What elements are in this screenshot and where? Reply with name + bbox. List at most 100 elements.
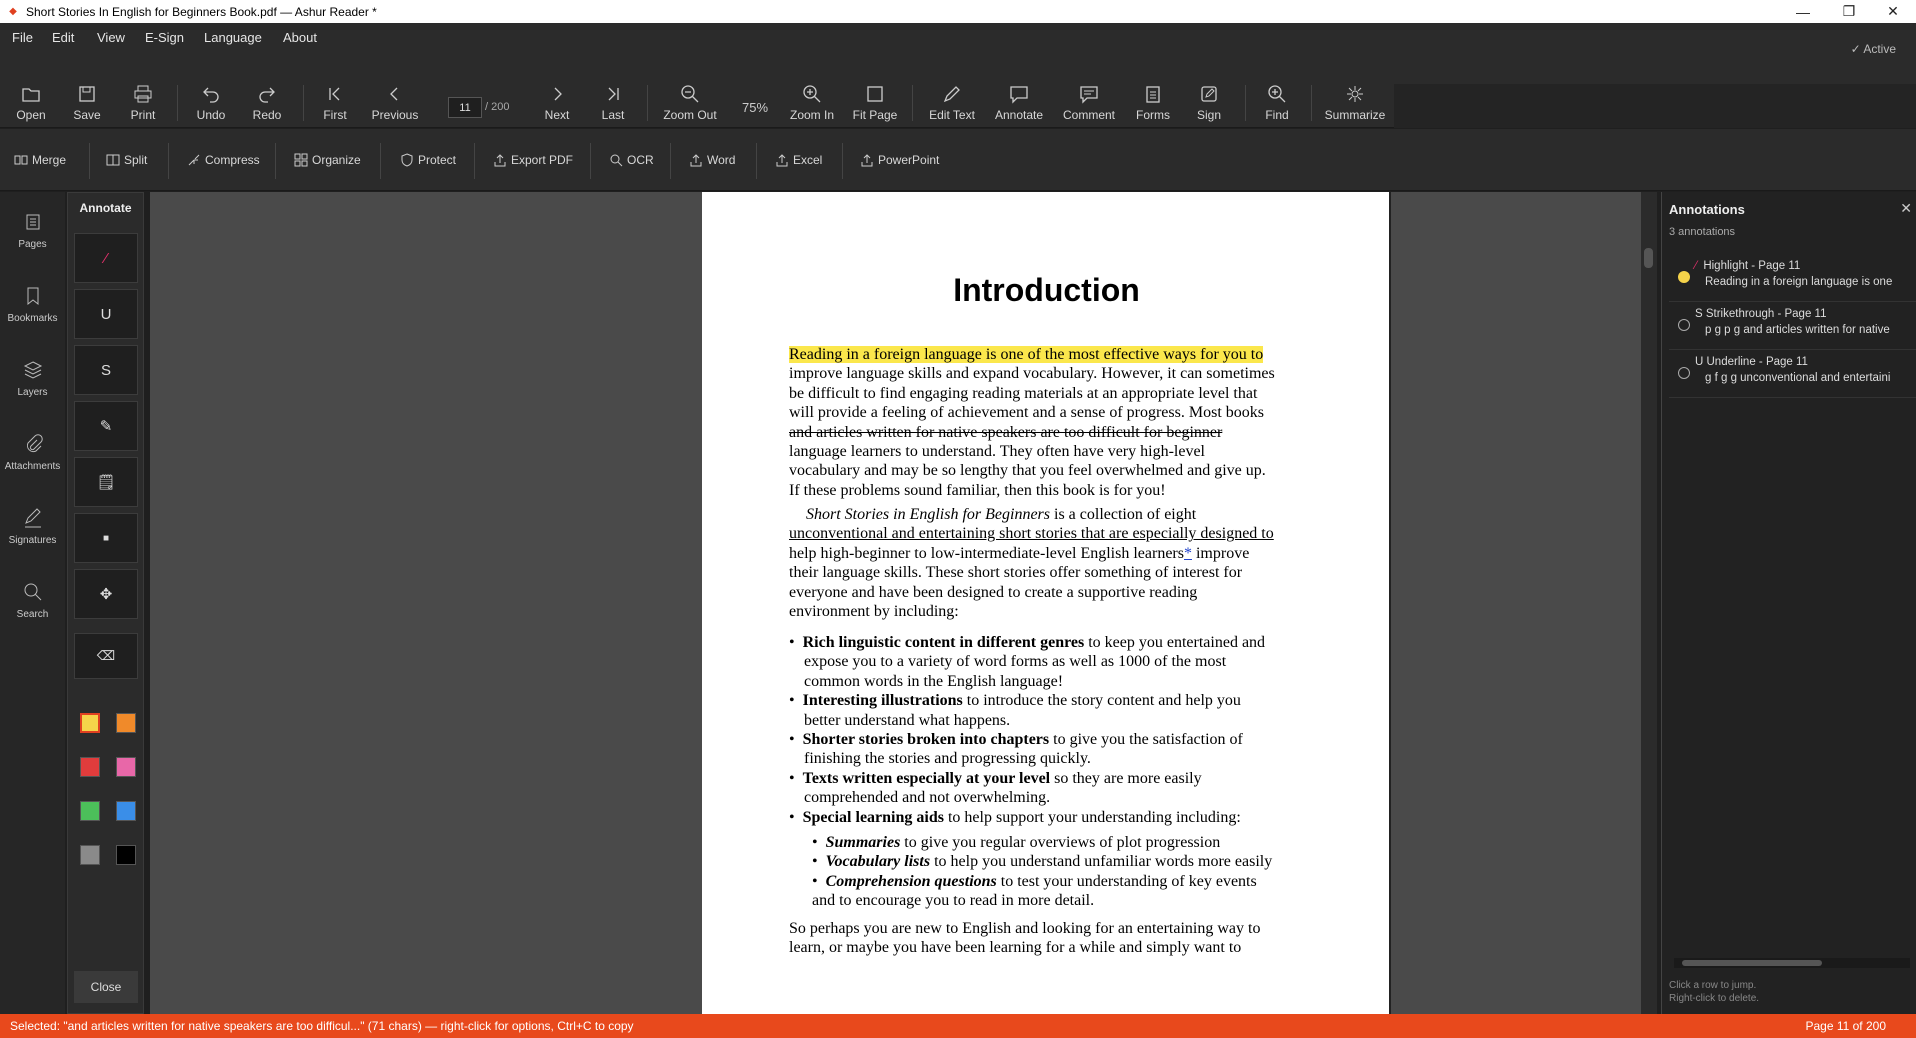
find-button[interactable]: Find: [1247, 84, 1307, 122]
last-page-icon: [608, 87, 619, 101]
search-icon: [24, 583, 41, 601]
next-page-button[interactable]: Next: [527, 84, 587, 122]
forms-button[interactable]: Forms: [1123, 84, 1183, 122]
sticky-note-tool-button[interactable]: 🗒: [74, 457, 138, 507]
restore-button[interactable]: ❐: [1826, 0, 1872, 23]
last-page-button[interactable]: Last: [583, 84, 643, 122]
ocr-button[interactable]: OCR: [609, 153, 654, 167]
compress-button[interactable]: Compress: [187, 153, 260, 167]
menu-file[interactable]: File: [12, 30, 33, 45]
scrollbar-thumb[interactable]: [1644, 248, 1653, 268]
separator: [590, 143, 591, 179]
rectangle-tool-button[interactable]: ■: [74, 513, 138, 563]
save-button[interactable]: Save: [57, 84, 117, 122]
page-heading: Introduction: [953, 272, 1140, 308]
sidebar-item-attachments[interactable]: Attachments: [0, 434, 65, 472]
merge-button[interactable]: Merge: [14, 153, 66, 167]
window-title: Short Stories In English for Beginners B…: [26, 4, 377, 19]
summarize-button[interactable]: Summarize: [1325, 84, 1385, 122]
edit-text-button[interactable]: Edit Text: [922, 84, 982, 122]
highlight-tool-button[interactable]: ⁄: [74, 233, 138, 283]
note-icon: 🗒: [96, 474, 116, 491]
chevron-left-icon: [390, 87, 398, 101]
color-swatch-green[interactable]: [80, 801, 100, 821]
footnote-link[interactable]: *: [1184, 545, 1192, 562]
undo-button[interactable]: Undo: [181, 84, 241, 122]
separator: [842, 143, 843, 179]
color-swatch-blue[interactable]: [116, 801, 136, 821]
close-icon[interactable]: ✕: [1900, 200, 1912, 217]
comment-button[interactable]: Comment: [1059, 84, 1119, 122]
eraser-icon: ⌫: [96, 648, 116, 663]
layers-icon: [23, 361, 42, 379]
separator: [647, 85, 648, 121]
separator: [1245, 85, 1246, 121]
annotate-panel-title: Annotate: [79, 201, 132, 215]
zoom-in-button[interactable]: Zoom In: [782, 84, 842, 122]
annotation-row[interactable]: U Underline - Page 11 g f g g unconventi…: [1669, 350, 1916, 398]
redo-button[interactable]: Redo: [237, 84, 297, 122]
menu-view[interactable]: View: [97, 30, 125, 45]
zoom-out-button[interactable]: Zoom Out: [660, 84, 720, 122]
sign-button[interactable]: Sign: [1179, 84, 1239, 122]
separator: [474, 143, 475, 179]
pencil-icon: [943, 86, 960, 103]
color-swatch-black[interactable]: [116, 845, 136, 865]
underlined-text: unconventional and entertaining short st…: [789, 525, 1274, 543]
compress-icon: [188, 154, 200, 166]
first-page-button[interactable]: First: [305, 84, 365, 122]
previous-page-button[interactable]: Previous: [365, 84, 425, 122]
organize-button[interactable]: Organize: [294, 153, 361, 167]
selection-status: Selected: "and articles written for nati…: [10, 1019, 634, 1033]
color-swatch-gray[interactable]: [80, 845, 100, 865]
split-button[interactable]: Split: [106, 153, 147, 167]
move-tool-button[interactable]: ✥: [74, 569, 138, 619]
sidebar-item-pages[interactable]: Pages: [0, 212, 65, 250]
fit-page-button[interactable]: Fit Page: [845, 84, 905, 122]
undo-icon: [203, 87, 219, 103]
annotation-row[interactable]: S Strikethrough - Page 11 p g p g and ar…: [1669, 302, 1916, 350]
sidebar-item-bookmarks[interactable]: Bookmarks: [0, 286, 65, 324]
color-swatch-yellow[interactable]: [80, 713, 100, 733]
document-viewer[interactable]: Introduction Reading in a foreign langua…: [150, 192, 1641, 1014]
sidebar-item-layers[interactable]: Layers: [0, 360, 65, 398]
page-status: Page 11 of 200: [1805, 1019, 1886, 1033]
underline-tool-button[interactable]: U: [74, 289, 138, 339]
page-number-input[interactable]: [448, 97, 482, 118]
speech-bubble-icon: [1010, 86, 1028, 104]
sidebar-item-signatures[interactable]: Signatures: [0, 508, 65, 546]
open-button[interactable]: Open: [1, 84, 61, 122]
eraser-tool-button[interactable]: ⌫: [74, 633, 138, 679]
color-swatch-orange[interactable]: [116, 713, 136, 733]
viewer-scrollbar[interactable]: [1641, 192, 1657, 1014]
folder-icon: [22, 88, 40, 102]
sidebar-item-search[interactable]: Search: [0, 582, 65, 620]
status-dot: [1678, 367, 1690, 379]
menu-esign[interactable]: E-Sign: [145, 30, 184, 45]
protect-button[interactable]: Protect: [400, 153, 456, 167]
pen-icon: ✎: [99, 418, 113, 435]
menu-about[interactable]: About: [283, 30, 317, 45]
annotate-button[interactable]: Annotate: [989, 84, 1049, 122]
pdf-page[interactable]: Introduction Reading in a foreign langua…: [702, 192, 1391, 1014]
close-annotate-button[interactable]: Close: [74, 971, 138, 1003]
annotations-hscrollbar[interactable]: [1674, 958, 1910, 968]
magnifier-icon: [610, 154, 623, 167]
strikethrough-tool-button[interactable]: S: [74, 345, 138, 395]
color-swatch-pink[interactable]: [116, 757, 136, 777]
powerpoint-button[interactable]: PowerPoint: [860, 153, 939, 167]
word-button[interactable]: Word: [689, 153, 735, 167]
minimize-button[interactable]: —: [1780, 0, 1826, 23]
excel-button[interactable]: Excel: [775, 153, 822, 167]
separator: [89, 143, 90, 179]
close-window-button[interactable]: ✕: [1870, 0, 1916, 23]
export-pdf-button[interactable]: Export PDF: [493, 153, 573, 167]
annotation-row[interactable]: ⁄ Highlight - Page 11 Reading in a forei…: [1669, 254, 1916, 302]
menu-language[interactable]: Language: [204, 30, 262, 45]
color-swatch-red[interactable]: [80, 757, 100, 777]
menu-edit[interactable]: Edit: [52, 30, 74, 45]
scrollbar-thumb[interactable]: [1682, 960, 1822, 966]
print-button[interactable]: Print: [113, 84, 173, 122]
freehand-tool-button[interactable]: ✎: [74, 401, 138, 451]
zoom-level[interactable]: 75%: [742, 100, 768, 115]
